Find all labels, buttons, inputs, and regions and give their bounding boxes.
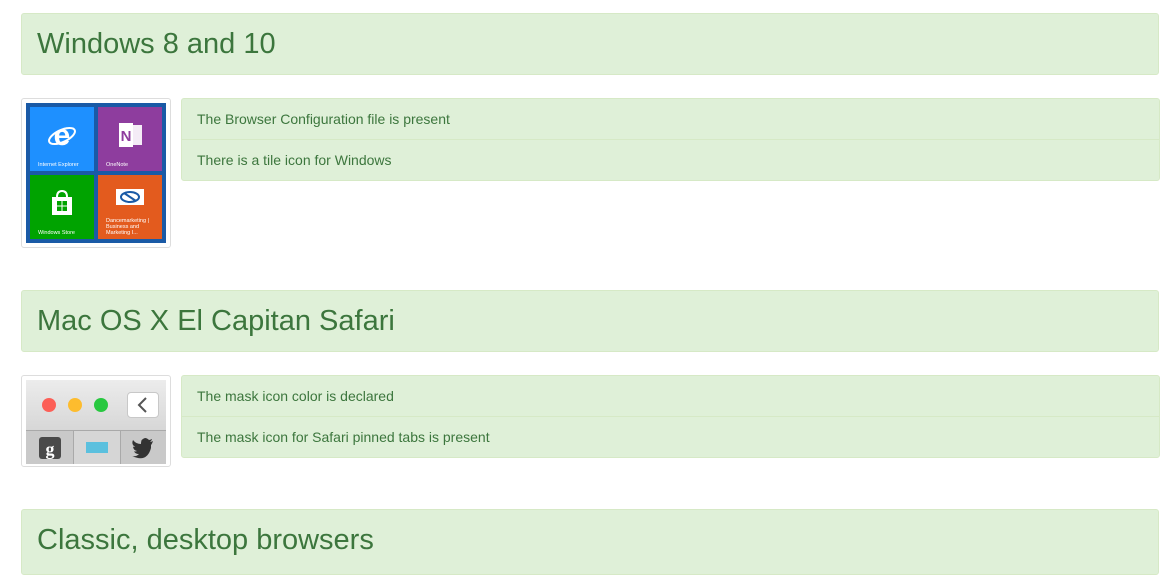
back-button bbox=[127, 392, 159, 418]
pinned-tab-active bbox=[73, 431, 121, 464]
safari-pinned-tab-preview: g bbox=[21, 375, 171, 467]
mask-icon bbox=[86, 442, 108, 453]
check-item: The mask icon color is declared bbox=[197, 388, 394, 404]
site-tile-icon bbox=[116, 188, 144, 205]
section-header-safari: Mac OS X El Capitan Safari bbox=[21, 290, 1159, 352]
svg-text:N: N bbox=[121, 128, 132, 145]
onenote-icon: N bbox=[119, 123, 142, 148]
tile-onenote: N OneNote bbox=[98, 107, 162, 171]
windows-tile-preview: e Internet Explorer N OneNote Windows St… bbox=[21, 98, 171, 248]
safari-window: g bbox=[26, 380, 166, 464]
tile-caption: Internet Explorer bbox=[38, 162, 79, 168]
section-title: Mac OS X El Capitan Safari bbox=[37, 305, 395, 337]
check-item: The Browser Configuration file is presen… bbox=[197, 111, 450, 127]
internet-explorer-icon: e bbox=[48, 120, 76, 150]
svg-text:e: e bbox=[54, 120, 71, 150]
windows-checks-list: The Browser Configuration file is presen… bbox=[181, 98, 1160, 181]
check-item: There is a tile icon for Windows bbox=[182, 139, 1159, 180]
twitter-icon bbox=[132, 438, 153, 459]
pinned-tab-google: g bbox=[26, 431, 73, 464]
safari-toolbar bbox=[26, 380, 166, 430]
tile-site: Dancemarketing | Business and Marketing … bbox=[98, 175, 162, 239]
tile-caption: Dancemarketing | Business and Marketing … bbox=[106, 218, 150, 236]
section-title: Classic, desktop browsers bbox=[37, 524, 374, 556]
windows-store-icon bbox=[52, 190, 72, 216]
zoom-dot-icon bbox=[94, 398, 108, 412]
pinned-tabs-bar: g bbox=[26, 430, 166, 464]
pinned-tab-twitter bbox=[120, 431, 166, 464]
section-title: Windows 8 and 10 bbox=[37, 28, 276, 60]
google-plus-icon: g bbox=[39, 437, 61, 459]
svg-text:g: g bbox=[46, 439, 55, 459]
minimize-dot-icon bbox=[68, 398, 82, 412]
check-item: The mask icon for Safari pinned tabs is … bbox=[182, 416, 1159, 457]
close-dot-icon bbox=[42, 398, 56, 412]
tile-windows-store: Windows Store bbox=[30, 175, 94, 239]
section-header-windows: Windows 8 and 10 bbox=[21, 13, 1159, 75]
chevron-left-icon bbox=[137, 397, 147, 413]
section-header-desktop: Classic, desktop browsers bbox=[21, 509, 1159, 575]
tile-internet-explorer: e Internet Explorer bbox=[30, 107, 94, 171]
tile-caption: Windows Store bbox=[38, 230, 75, 236]
safari-checks-list: The mask icon color is declared The mask… bbox=[181, 375, 1160, 458]
tile-caption: OneNote bbox=[106, 162, 129, 168]
start-screen-tiles: e Internet Explorer N OneNote Windows St… bbox=[26, 103, 166, 243]
